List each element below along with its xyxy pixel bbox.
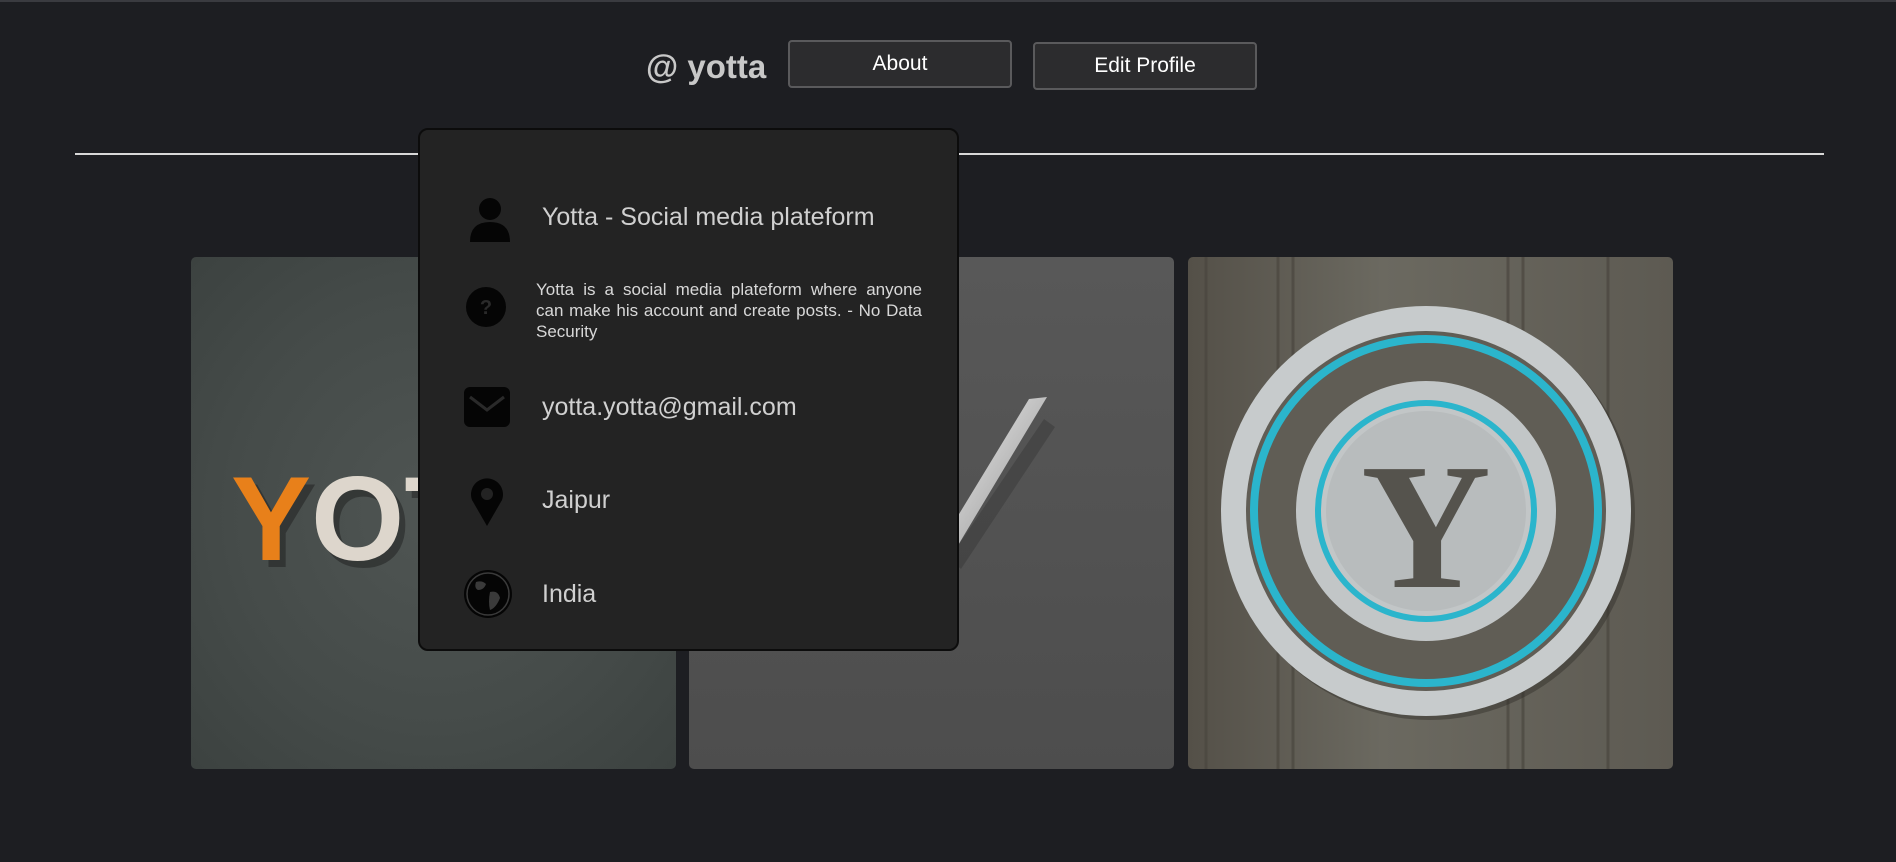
email-text[interactable]: yotta.yotta@gmail.com bbox=[542, 393, 797, 422]
mail-icon bbox=[464, 383, 516, 435]
location-pin-icon bbox=[464, 476, 516, 528]
country-text: India bbox=[542, 580, 597, 608]
about-title-text: Yotta - Social media plateform bbox=[542, 203, 875, 231]
edit-profile-button[interactable]: Edit Profile bbox=[1033, 42, 1257, 90]
user-icon bbox=[464, 192, 516, 244]
question-icon: ? bbox=[464, 283, 516, 335]
svg-text:?: ? bbox=[480, 297, 492, 319]
emblem-letter: Y bbox=[1361, 427, 1491, 626]
about-popup: Yotta - Social media plateform ? Yotta i… bbox=[418, 128, 959, 651]
profile-username: @ yotta bbox=[646, 48, 767, 85]
post-image-yotta-emblem[interactable]: Y bbox=[1188, 257, 1673, 769]
about-button[interactable]: About bbox=[788, 40, 1012, 88]
globe-icon bbox=[464, 568, 516, 620]
profile-header: @ yotta About Edit Profile bbox=[0, 40, 1896, 90]
about-description-text: Yotta is a social media plateform where … bbox=[536, 280, 922, 341]
city-text: Jaipur bbox=[542, 486, 611, 514]
yotta-emblem-logo: Y bbox=[1204, 257, 1635, 769]
top-border bbox=[0, 0, 1896, 2]
